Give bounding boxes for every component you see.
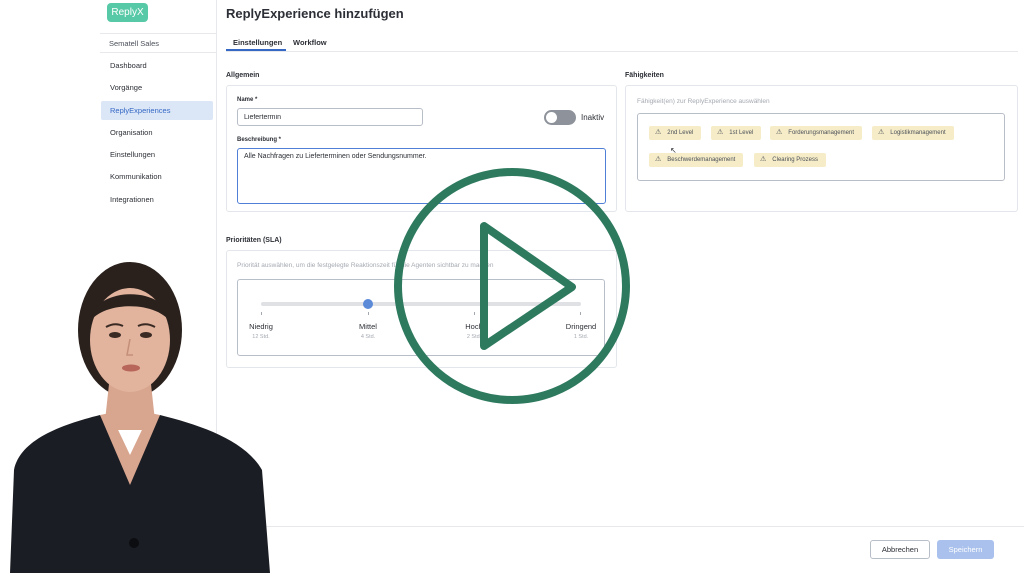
- skill-chip[interactable]: ⚠ 2nd Level: [649, 126, 702, 140]
- sidebar-item-replyexperiences[interactable]: ReplyExperiences: [101, 100, 213, 120]
- sidebar-item-dashboard[interactable]: Dashboard: [101, 56, 213, 75]
- sidebar-nav: Dashboard Vorgänge ReplyExperiences Orga…: [101, 56, 213, 212]
- general-section-title: Allgemein: [226, 72, 260, 79]
- skill-chip[interactable]: ⚠ Clearing Prozess: [754, 153, 826, 167]
- app-logo[interactable]: ReplyX: [107, 3, 148, 22]
- tab-divider: [226, 51, 1018, 52]
- play-button-icon[interactable]: [392, 166, 632, 406]
- warning-icon: ⚠: [655, 156, 662, 163]
- page-title: ReplyExperience hinzufügen: [226, 6, 404, 21]
- toggle-knob: [546, 112, 557, 123]
- skill-chip-label: 2nd Level: [667, 130, 694, 136]
- save-button[interactable]: Speichern: [937, 540, 994, 559]
- skill-chip[interactable]: ⚠ Logistikmanagement: [872, 126, 954, 140]
- footer-divider: [217, 526, 1024, 527]
- toggle-status-label: Inaktiv: [581, 113, 605, 122]
- warning-icon: ⚠: [760, 156, 767, 163]
- priority-time: 4 Std.: [360, 334, 376, 340]
- skill-chip-label: Forderungsmanagement: [788, 130, 854, 136]
- priority-slider-thumb[interactable]: [363, 299, 373, 309]
- priorities-section-title: Prioritäten (SLA): [226, 237, 282, 244]
- name-label: Name *: [237, 97, 258, 103]
- warning-icon: ⚠: [717, 129, 724, 136]
- sidebar-item-vorgaenge[interactable]: Vorgänge: [101, 78, 213, 97]
- name-input[interactable]: [237, 108, 423, 126]
- tab-einstellungen[interactable]: Einstellungen: [233, 38, 282, 47]
- description-label: Beschreibung *: [237, 137, 282, 143]
- skill-chip-label: Beschwerdemanagement: [667, 157, 736, 163]
- cancel-button[interactable]: Abbrechen: [870, 540, 930, 559]
- skills-select[interactable]: [637, 113, 1005, 181]
- skills-section-title: Fähigkeiten: [625, 72, 664, 79]
- sidebar-item-kommunikation[interactable]: Kommunikation: [101, 167, 213, 186]
- skill-chip[interactable]: ⚠ 1st Level: [711, 126, 762, 140]
- workspace-name[interactable]: Sematell Sales: [100, 33, 217, 53]
- sidebar-item-organisation[interactable]: Organisation: [101, 123, 213, 142]
- skill-chip-label: 1st Level: [729, 130, 754, 136]
- skill-chip[interactable]: ⚠ Forderungsmanagement: [770, 126, 862, 140]
- sidebar-item-integrationen[interactable]: Integrationen: [101, 190, 213, 209]
- warning-icon: ⚠: [878, 129, 885, 136]
- skill-chip[interactable]: ⚠ Beschwerdemanagement: [649, 153, 744, 167]
- sidebar-item-einstellungen[interactable]: Einstellungen: [101, 145, 213, 164]
- slider-tick: [368, 312, 369, 315]
- tab-workflow[interactable]: Workflow: [293, 38, 327, 47]
- warning-icon: ⚠: [776, 129, 783, 136]
- active-toggle[interactable]: [544, 110, 576, 125]
- skill-chip-label: Logistikmanagement: [890, 130, 946, 136]
- priority-label-mittel[interactable]: Mittel: [338, 322, 398, 331]
- skills-hint: Fähigkeit(en) zur ReplyExperience auswäh…: [637, 98, 770, 105]
- mouse-cursor-icon: ↖: [670, 146, 677, 155]
- presenter-video: [10, 262, 270, 573]
- skill-chip-label: Clearing Prozess: [772, 157, 818, 163]
- warning-icon: ⚠: [655, 129, 662, 136]
